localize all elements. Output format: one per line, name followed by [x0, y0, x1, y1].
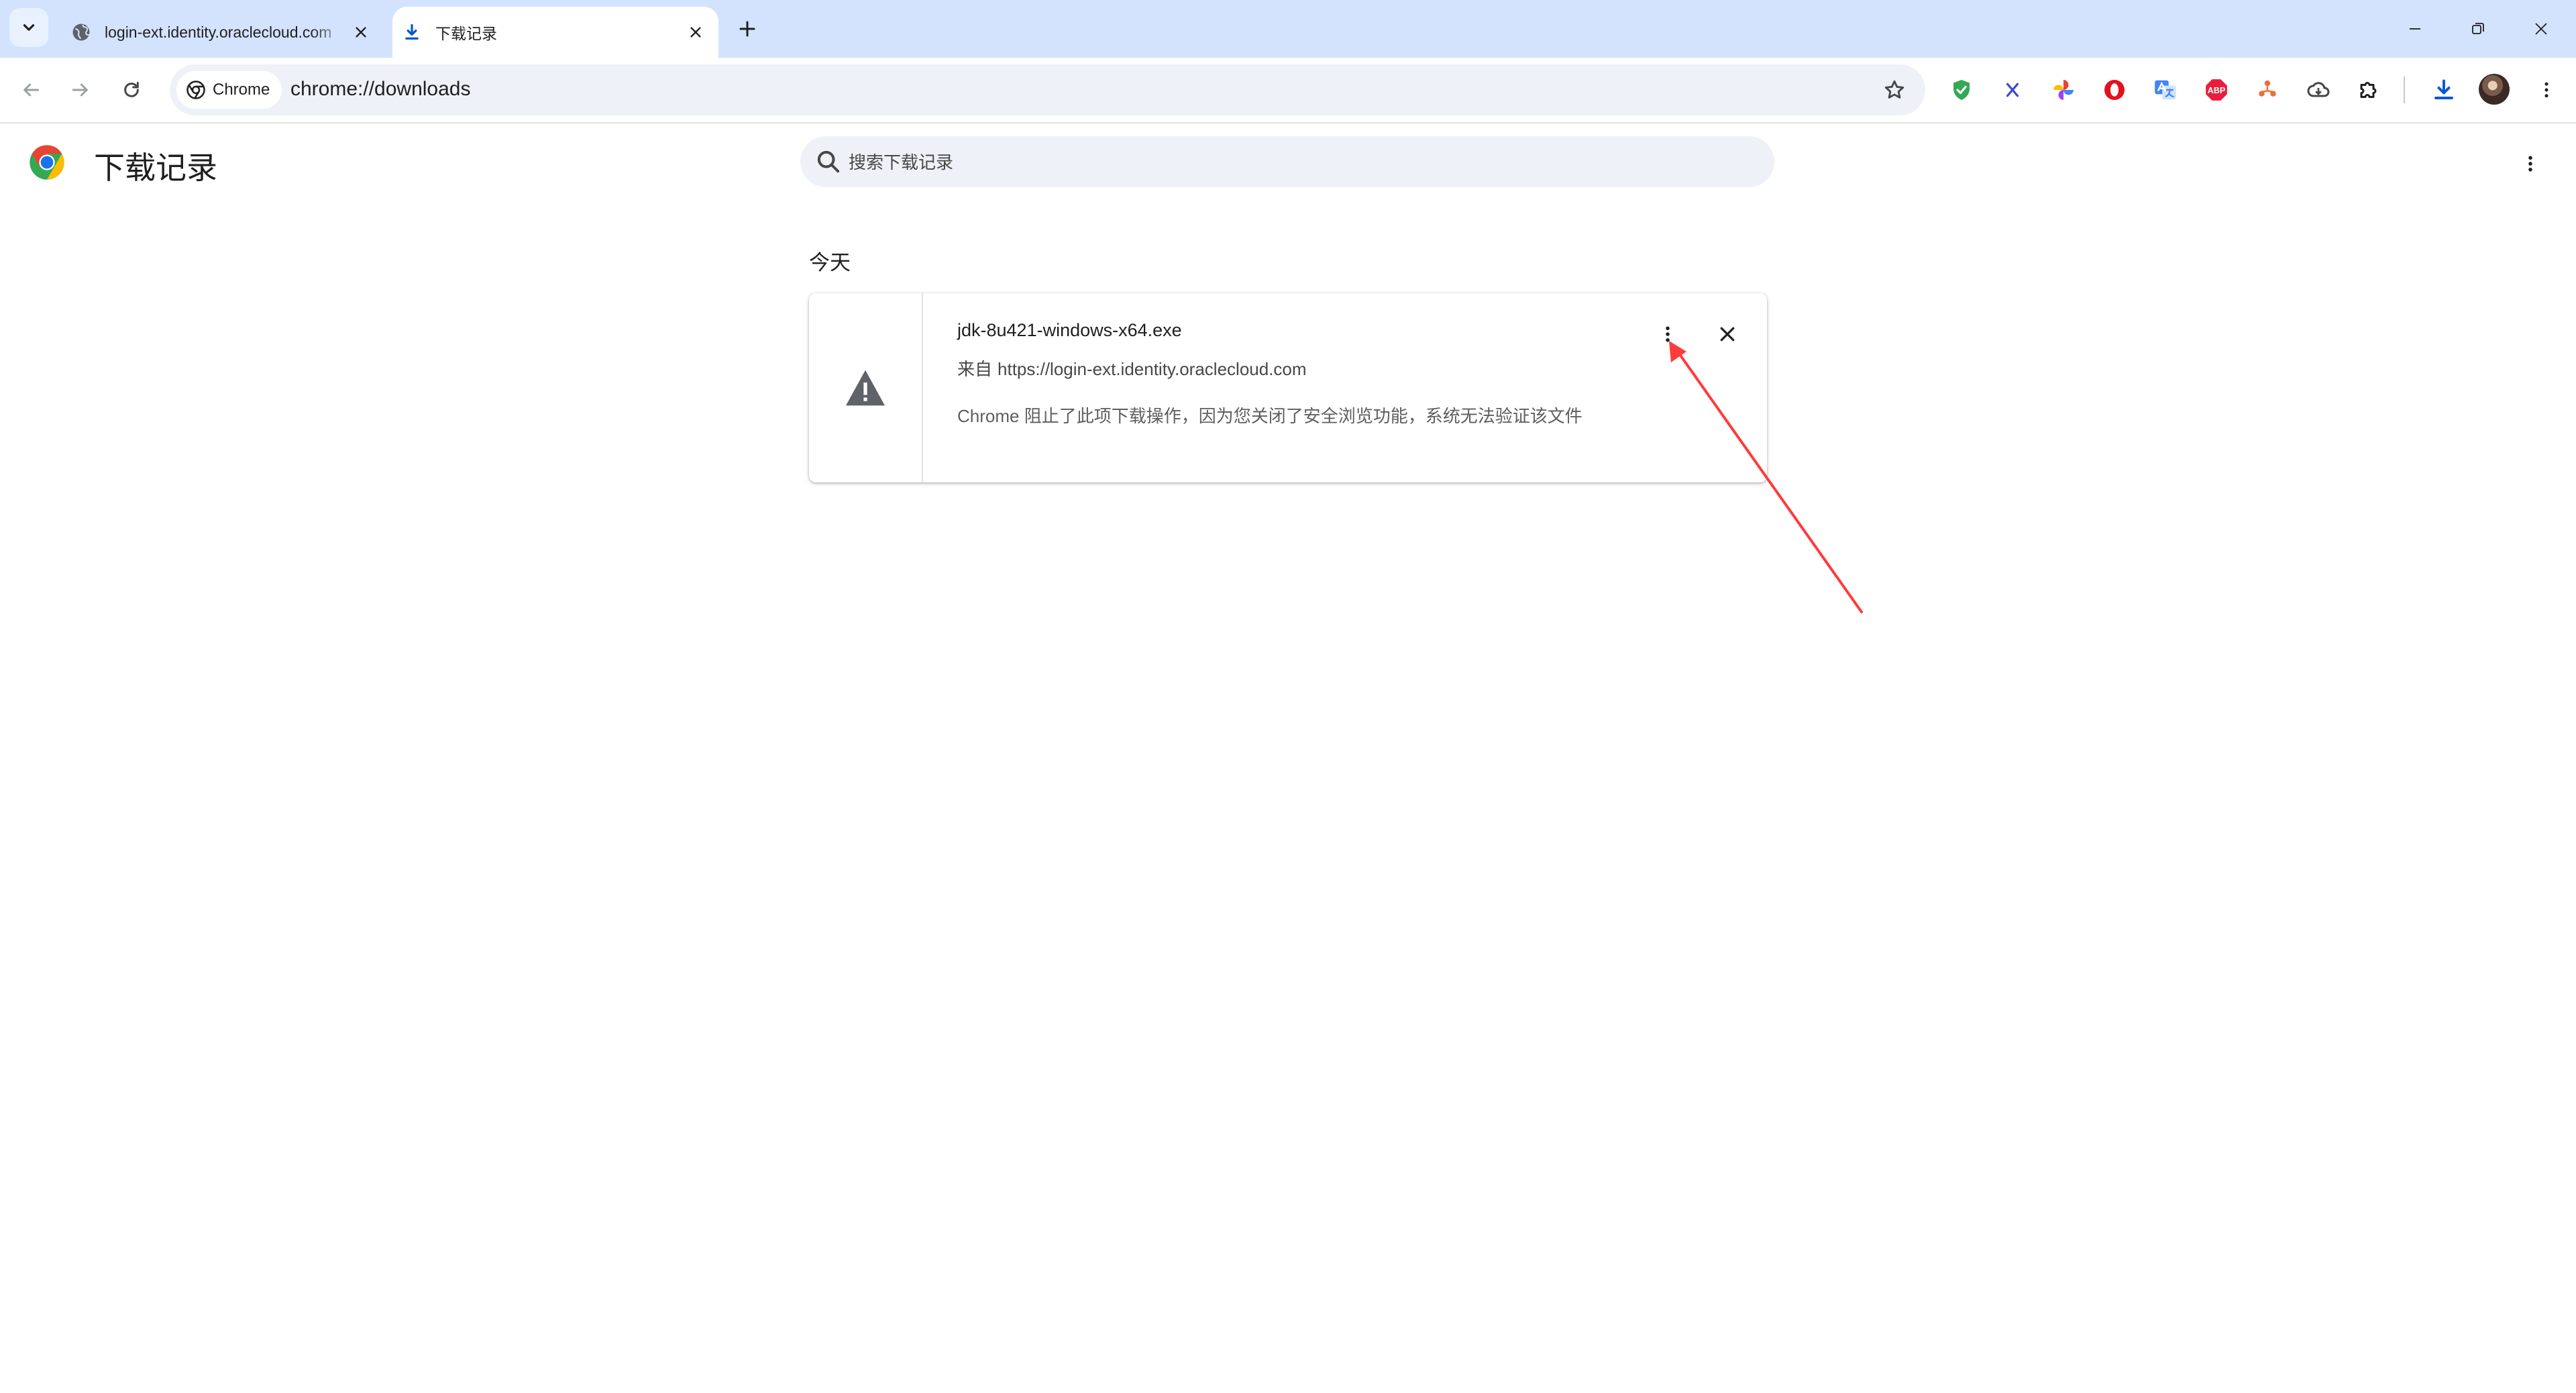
- new-tab-button[interactable]: [733, 15, 761, 43]
- close-icon: [2535, 23, 2547, 35]
- chrome-logo-icon: [30, 145, 64, 180]
- tab-title: 下载记录: [435, 25, 497, 42]
- opera-icon: [2104, 80, 2125, 100]
- browser-toolbar: Chrome chrome://downloads ABP: [0, 58, 2576, 123]
- restore-button[interactable]: [2458, 12, 2498, 46]
- extensions-menu-button[interactable]: [2352, 72, 2387, 107]
- download-source: 来自 https://login-ext.identity.oraclecloud…: [957, 356, 1307, 380]
- reload-icon: [124, 81, 139, 97]
- toolbar-separator: [2404, 76, 2405, 103]
- minimize-icon: [2410, 28, 2420, 30]
- translate-icon: [2155, 80, 2176, 100]
- profile-avatar[interactable]: [2479, 74, 2510, 105]
- download-blocked-message: Chrome 阻止了此项下载操作，因为您关闭了安全浏览功能，系统无法验证该文件: [957, 406, 1582, 426]
- page-more-button[interactable]: [2514, 148, 2546, 180]
- adblock-plus-icon: ABP: [2206, 79, 2227, 101]
- bookmark-star-button[interactable]: [1880, 75, 1909, 105]
- source-url[interactable]: https://login-ext.identity.oraclecloud.c…: [998, 359, 1307, 379]
- tab-downloads[interactable]: 下载记录: [392, 7, 718, 58]
- extension-adblock-plus[interactable]: ABP: [2199, 72, 2234, 107]
- globe-icon: [70, 21, 93, 44]
- reload-button[interactable]: [113, 71, 150, 109]
- arrow-left-icon: [23, 83, 40, 97]
- extension-x[interactable]: [1995, 72, 2030, 107]
- back-button[interactable]: [12, 71, 50, 109]
- warning-icon: [846, 370, 885, 406]
- kebab-menu-icon: [2544, 82, 2548, 98]
- close-window-button[interactable]: [2521, 12, 2561, 46]
- search-input[interactable]: [847, 136, 1749, 189]
- svg-text:ABP: ABP: [2208, 86, 2226, 95]
- tab-search-button[interactable]: [9, 8, 48, 47]
- site-info-label: Chrome: [213, 81, 270, 99]
- restore-icon: [2472, 23, 2484, 34]
- search-icon: [817, 150, 840, 173]
- tab-title: login-ext.identity.oraclecloud.com: [105, 23, 332, 41]
- source-prefix: 来自: [957, 359, 993, 379]
- tab-strip: login-ext.identity.oraclecloud.com 下载记录: [0, 0, 2576, 58]
- chevron-down-icon: [23, 24, 35, 31]
- download-icon: [2434, 79, 2453, 99]
- chrome-menu-button[interactable]: [2529, 72, 2564, 107]
- address-bar[interactable]: Chrome chrome://downloads: [170, 64, 1925, 115]
- download-icon: [400, 21, 423, 44]
- shield-check-icon: [1953, 80, 1970, 100]
- tree-icon: [2259, 80, 2276, 97]
- star-icon: [1884, 80, 1904, 99]
- kebab-menu-icon: [1666, 326, 1670, 342]
- page-title: 下载记录: [94, 150, 217, 185]
- download-file-name[interactable]: jdk-8u421-windows-x64.exe: [957, 320, 1182, 341]
- kebab-menu-icon: [2528, 156, 2532, 172]
- cloud-icon: [2307, 82, 2330, 97]
- download-item: jdk-8u421-windows-x64.exe 来自 https://logi…: [809, 293, 1767, 482]
- extension-shield-check[interactable]: [1944, 72, 1979, 107]
- search-box[interactable]: [800, 136, 1774, 189]
- date-group-label: 今天: [809, 251, 851, 274]
- site-info-chip[interactable]: Chrome: [176, 71, 282, 109]
- downloads-button[interactable]: [2426, 72, 2461, 107]
- pinwheel-icon: [2053, 80, 2074, 100]
- url-text[interactable]: chrome://downloads: [290, 78, 470, 101]
- download-more-actions-button[interactable]: [1650, 316, 1686, 352]
- tab-close-icon[interactable]: [347, 19, 374, 46]
- extension-translate[interactable]: [2148, 72, 2183, 107]
- chrome-icon: [186, 81, 205, 99]
- download-status: [809, 293, 923, 482]
- annotation-arrow: [1669, 341, 1863, 613]
- x-icon: [2006, 83, 2019, 97]
- tab-oracle-login[interactable]: login-ext.identity.oraclecloud.com: [62, 7, 384, 58]
- arrow-right-icon: [72, 83, 88, 97]
- extension-pinwheel[interactable]: [2046, 72, 2081, 107]
- plus-icon: [739, 21, 755, 37]
- tab-close-icon[interactable]: [682, 19, 709, 46]
- puzzle-icon: [2360, 82, 2377, 98]
- forward-button[interactable]: [62, 71, 99, 109]
- minimize-button[interactable]: [2395, 12, 2435, 46]
- remove-download-button[interactable]: [1709, 316, 1746, 352]
- downloads-header: 下载记录: [0, 123, 2576, 204]
- extension-tree[interactable]: [2250, 72, 2285, 107]
- close-icon: [1720, 327, 1735, 342]
- extension-cloud[interactable]: [2301, 72, 2336, 107]
- extension-opera[interactable]: [2097, 72, 2132, 107]
